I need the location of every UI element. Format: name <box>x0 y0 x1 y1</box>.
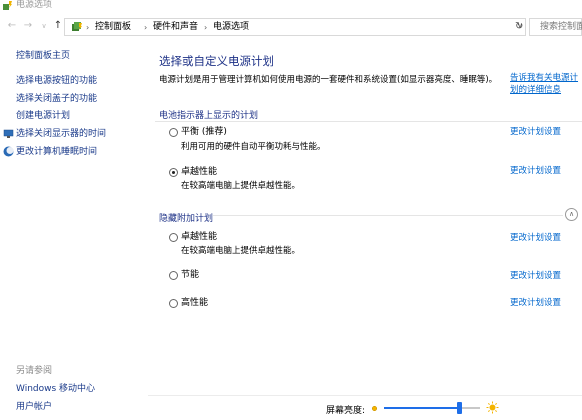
learn-more-link[interactable]: 告诉我有关电源计划的详细信息 <box>510 72 582 96</box>
power-options-icon <box>3 1 12 10</box>
control-panel-home-link[interactable]: 控制面板主页 <box>16 51 70 62</box>
plan-radio-ultimate-performance[interactable] <box>169 168 178 177</box>
search-input[interactable]: 搜索控制面板 <box>529 18 582 36</box>
plan-radio-balanced[interactable] <box>169 128 178 137</box>
breadcrumb-hardware-sound[interactable]: 硬件和声音 <box>153 22 198 33</box>
forward-arrow-icon[interactable]: → <box>22 20 34 32</box>
search-placeholder: 搜索控制面板 <box>540 22 582 32</box>
sidebar-link-display-off[interactable]: 选择关闭显示器的时间 <box>16 129 106 140</box>
change-plan-settings-link[interactable]: 更改计划设置 <box>510 271 561 282</box>
plan-name-balanced: 平衡 (推荐) <box>181 127 227 137</box>
sidebar: 控制面板主页 选择电源按钮的功能 选择关闭盖子的功能 创建电源计划 选择关闭显示… <box>0 40 148 420</box>
address-bar[interactable]: › 控制面板 › 硬件和声音 › 电源选项 ∨ <box>64 18 526 36</box>
windows-mobility-center-link[interactable]: Windows 移动中心 <box>16 381 95 394</box>
page-title: 选择或自定义电源计划 <box>159 54 274 68</box>
plan-desc-ultimate-performance-hidden: 在较高端电脑上提供卓越性能。 <box>181 246 301 256</box>
title-bar: 电源选项 <box>0 0 582 14</box>
navigation-bar: ← → ∨ ↑ › 控制面板 › 硬件和声音 › 电源选项 ∨ ↻ <box>0 17 582 37</box>
brightness-slider-thumb[interactable] <box>457 402 462 414</box>
sidebar-link-lid-close[interactable]: 选择关闭盖子的功能 <box>16 94 97 105</box>
brightness-high-icon <box>486 401 499 414</box>
brightness-low-icon <box>371 405 378 412</box>
brightness-bar: 屏幕亮度: <box>148 395 582 420</box>
section-hidden-plans: 隐藏附加计划 <box>159 214 214 224</box>
change-plan-settings-link[interactable]: 更改计划设置 <box>510 233 561 244</box>
section-battery-meter-plans: 电池指示器上显示的计划 <box>159 111 259 121</box>
control-panel-icon <box>72 22 82 31</box>
plan-desc-balanced: 利用可用的硬件自动平衡功耗与性能。 <box>181 142 326 152</box>
brightness-slider[interactable] <box>384 402 480 414</box>
plan-radio-power-saver[interactable] <box>169 271 178 280</box>
plan-name-ultimate-performance-hidden: 卓越性能 <box>181 232 218 242</box>
plan-name-high-performance: 高性能 <box>181 298 209 308</box>
sidebar-link-sleep-time[interactable]: 更改计算机睡眠时间 <box>16 147 97 158</box>
window-title: 电源选项 <box>16 0 53 10</box>
plan-desc-ultimate-performance: 在较高端电脑上提供卓越性能。 <box>181 181 301 191</box>
recent-pages-chevron-icon[interactable]: ∨ <box>38 20 50 32</box>
section-divider <box>155 121 582 122</box>
up-arrow-icon[interactable]: ↑ <box>52 20 64 32</box>
user-accounts-link[interactable]: 用户帐户 <box>16 399 52 412</box>
monitor-icon <box>3 129 14 138</box>
collapse-chevron-up-icon[interactable]: ∧ <box>565 208 578 221</box>
breadcrumb-separator-icon: › <box>144 23 148 32</box>
sleep-moon-icon <box>3 146 14 157</box>
change-plan-settings-link[interactable]: 更改计划设置 <box>510 298 561 309</box>
page-description: 电源计划是用于管理计算机如何使用电源的一套硬件和系统设置(如显示器亮度、睡眠等)… <box>159 75 498 85</box>
plan-radio-high-performance[interactable] <box>169 299 178 308</box>
plan-name-ultimate-performance: 卓越性能 <box>181 167 218 177</box>
main-content: 选择或自定义电源计划 电源计划是用于管理计算机如何使用电源的一套硬件和系统设置(… <box>155 40 582 400</box>
sidebar-link-power-button[interactable]: 选择电源按钮的功能 <box>16 76 97 87</box>
change-plan-settings-link[interactable]: 更改计划设置 <box>510 166 561 177</box>
see-also-label: 另请参阅 <box>16 366 53 376</box>
refresh-icon[interactable]: ↻ <box>515 21 523 32</box>
change-plan-settings-link[interactable]: 更改计划设置 <box>510 127 561 138</box>
section-divider <box>213 215 563 216</box>
breadcrumb-separator-icon: › <box>86 23 90 32</box>
plan-name-power-saver: 节能 <box>181 270 200 280</box>
breadcrumb-control-panel[interactable]: 控制面板 <box>95 22 131 33</box>
plan-radio-ultimate-performance-hidden[interactable] <box>169 233 178 242</box>
sidebar-link-create-plan[interactable]: 创建电源计划 <box>16 111 70 122</box>
brightness-slider-fill <box>384 407 459 409</box>
breadcrumb-separator-icon: › <box>204 23 208 32</box>
brightness-label: 屏幕亮度: <box>326 406 366 416</box>
back-arrow-icon[interactable]: ← <box>6 20 18 32</box>
breadcrumb-power-options[interactable]: 电源选项 <box>213 22 249 33</box>
